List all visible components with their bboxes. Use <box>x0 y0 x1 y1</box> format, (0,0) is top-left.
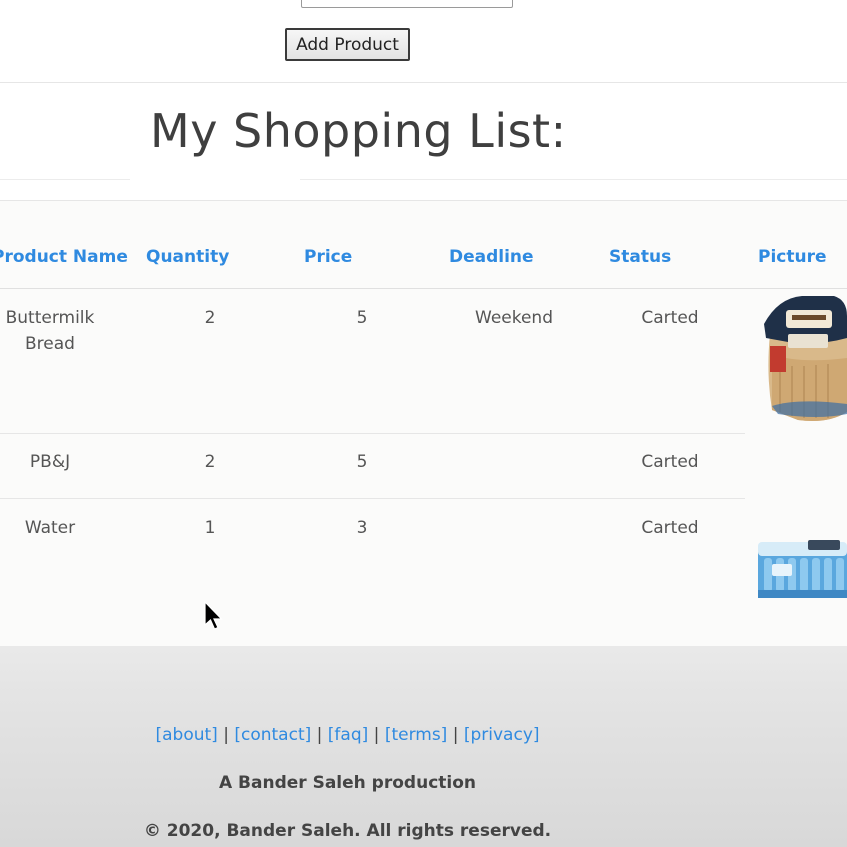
cell-product-name: Buttermilk Bread <box>0 308 100 354</box>
cell-deadline: Weekend <box>475 308 553 328</box>
water-bottles-image <box>758 540 847 598</box>
cell-price: 3 <box>356 518 368 538</box>
column-header-status[interactable]: Status <box>609 247 671 267</box>
divider <box>300 179 847 180</box>
cell-quantity: 2 <box>204 452 216 472</box>
column-header-picture[interactable]: Picture <box>758 247 827 267</box>
footer-link-terms[interactable]: [terms] <box>385 725 448 745</box>
add-product-button[interactable]: Add Product <box>285 28 410 61</box>
divider <box>0 82 847 83</box>
cell-status: Carted <box>641 452 699 472</box>
row-divider <box>0 498 745 499</box>
divider <box>0 288 847 289</box>
footer-link-faq[interactable]: [faq] <box>328 725 368 745</box>
cell-product-name-line: Buttermilk <box>5 308 95 328</box>
column-header-price[interactable]: Price <box>304 247 352 267</box>
footer-separator: | <box>447 725 464 745</box>
footer-links: [about] | [contact] | [faq] | [terms] | … <box>0 725 695 745</box>
column-header-quantity[interactable]: Quantity <box>146 247 229 267</box>
row-divider <box>0 433 745 434</box>
cell-price: 5 <box>356 308 368 328</box>
page-title: My Shopping List: <box>150 104 567 158</box>
column-header-deadline[interactable]: Deadline <box>449 247 534 267</box>
column-header-product-name[interactable]: Product Name <box>0 247 128 267</box>
cell-product-name: PB&J <box>29 452 71 472</box>
divider <box>0 179 130 180</box>
cell-price: 5 <box>356 452 368 472</box>
cell-status: Carted <box>641 308 699 328</box>
footer-link-contact[interactable]: [contact] <box>234 725 311 745</box>
footer-separator: | <box>311 725 328 745</box>
cell-quantity: 2 <box>204 308 216 328</box>
product-input-field[interactable] <box>301 0 513 8</box>
cell-product-name-line: Bread <box>25 334 75 354</box>
mouse-pointer-icon <box>204 601 223 630</box>
buttermilk-bread-image <box>764 296 847 421</box>
cell-status: Carted <box>641 518 699 538</box>
footer-link-privacy[interactable]: [privacy] <box>464 725 540 745</box>
cell-product-name: Water <box>24 518 76 538</box>
footer-copyright: © 2020, Bander Saleh. All rights reserve… <box>143 821 552 841</box>
footer-separator: | <box>368 725 385 745</box>
footer-separator: | <box>217 725 235 745</box>
footer-link-about[interactable]: [about] <box>155 725 217 745</box>
footer-credit: A Bander Saleh production <box>218 773 477 793</box>
cell-quantity: 1 <box>204 518 216 538</box>
